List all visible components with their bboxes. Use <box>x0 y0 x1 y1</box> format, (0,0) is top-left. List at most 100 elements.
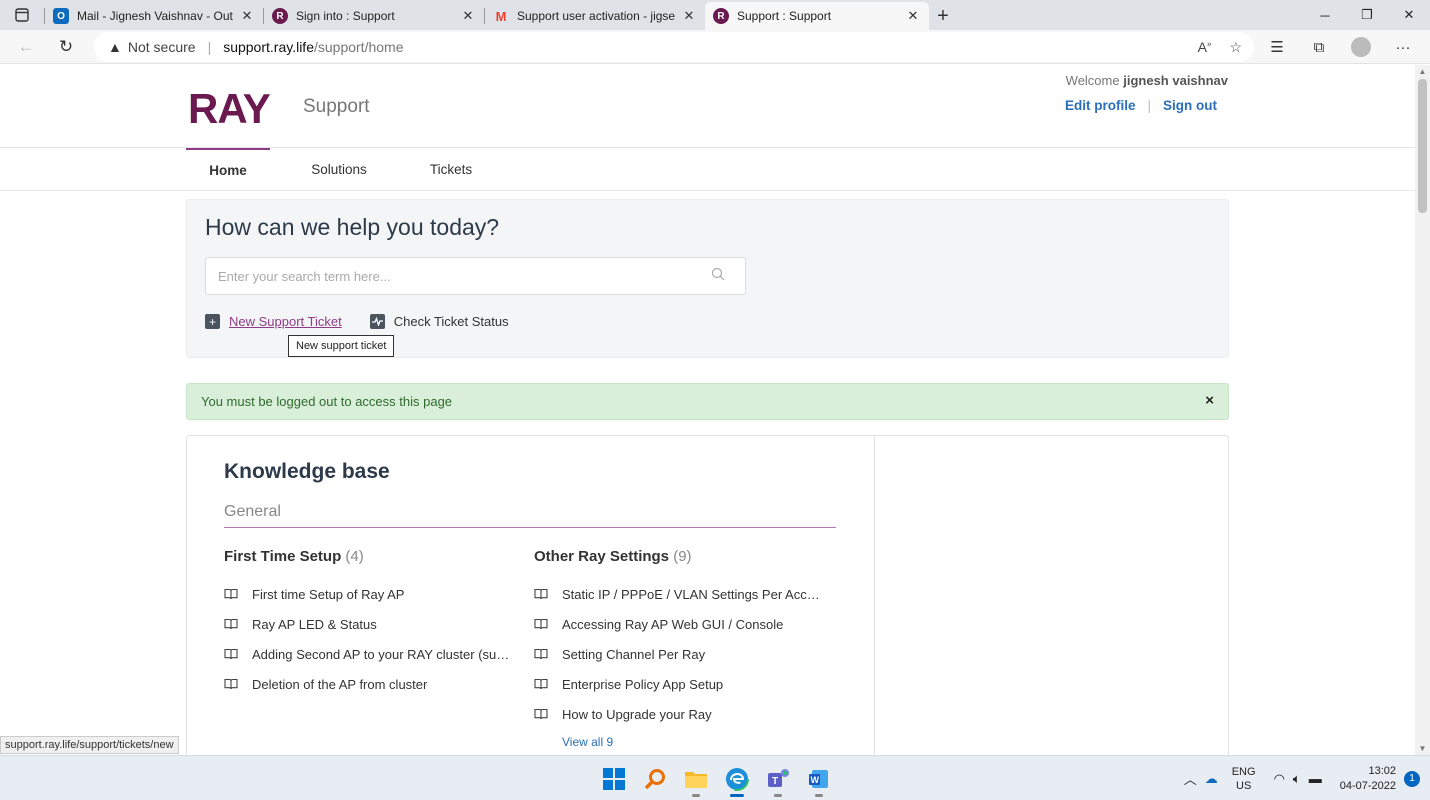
more-options-icon[interactable]: ··· <box>1384 32 1422 62</box>
teams-button[interactable]: T <box>762 763 793 797</box>
site-section-title: Support <box>303 96 370 117</box>
address-bar-actions: A» ☆ <box>1198 32 1242 62</box>
running-indicator <box>774 794 782 797</box>
refresh-button[interactable]: ↻ <box>46 32 86 62</box>
minimize-button[interactable]: ─ <box>1304 0 1346 30</box>
check-ticket-status-link[interactable]: Check Ticket Status <box>394 314 509 329</box>
kb-section-other-ray-settings: Other Ray Settings (9) Static IP / PPPoE… <box>534 548 824 749</box>
article-link[interactable]: Setting Channel Per Ray <box>534 639 824 669</box>
edge-button[interactable] <box>721 763 752 797</box>
logo-text: RAY <box>188 85 271 132</box>
add-favorite-icon[interactable]: ☆ <box>1229 39 1242 56</box>
link-divider: | <box>1147 98 1151 113</box>
svg-text:T: T <box>772 776 778 787</box>
file-explorer-button[interactable] <box>680 763 711 797</box>
battery-icon[interactable]: ▬ <box>1309 771 1322 786</box>
edit-profile-link[interactable]: Edit profile <box>1065 98 1136 113</box>
section-heading[interactable]: Other Ray Settings (9) <box>534 548 824 565</box>
book-icon <box>224 588 238 600</box>
close-alert-icon[interactable]: × <box>1205 392 1214 409</box>
running-indicator <box>730 794 744 797</box>
nav-home[interactable]: Home <box>186 148 270 190</box>
search-taskbar-button[interactable] <box>639 763 670 794</box>
book-icon <box>224 618 238 630</box>
nav-tickets[interactable]: Tickets <box>409 148 493 190</box>
address-bar-row: ← ↻ ▲ Not secure | support.ray.life/supp… <box>0 30 1430 64</box>
pulse-icon <box>369 314 385 329</box>
search-input[interactable] <box>206 258 686 294</box>
close-tab-icon[interactable]: ✕ <box>239 8 255 24</box>
article-link[interactable]: Enterprise Policy App Setup <box>534 669 824 699</box>
wifi-icon[interactable]: ◠ <box>1274 771 1285 787</box>
article-title: Ray AP LED & Status <box>252 616 377 632</box>
url-host: support.ray.life <box>223 39 314 55</box>
system-tray: ︿ ☁ ENG US ◠ 🔈︎ ▬ 13:02 04-07-2022 1 <box>1180 756 1430 800</box>
profile-button[interactable] <box>1342 32 1380 62</box>
language-indicator[interactable]: ENG US <box>1232 765 1256 793</box>
section-heading[interactable]: First Time Setup (4) <box>224 548 514 565</box>
avatar <box>1351 37 1371 57</box>
scroll-up-icon[interactable]: ▲ <box>1415 67 1430 76</box>
window-controls: ─ ❐ ✕ <box>1304 0 1430 30</box>
article-title: How to Upgrade your Ray <box>562 706 712 722</box>
tab-sign-into-support[interactable]: R Sign into : Support ✕ <box>264 2 484 30</box>
new-support-ticket-link[interactable]: New Support Ticket <box>229 314 342 329</box>
article-link[interactable]: First time Setup of Ray AP <box>224 579 514 609</box>
nav-solutions[interactable]: Solutions <box>297 148 381 190</box>
tab-outlook[interactable]: O Mail - Jignesh Vaishnav - Outlook ✕ <box>45 2 263 30</box>
article-link[interactable]: Ray AP LED & Status <box>224 609 514 639</box>
notification-badge[interactable]: 1 <box>1404 770 1420 787</box>
close-tab-icon[interactable]: ✕ <box>905 8 921 24</box>
article-link[interactable]: Static IP / PPPoE / VLAN Settings Per Ac… <box>534 579 824 609</box>
tab-actions-button[interactable] <box>0 0 44 30</box>
arrow-left-icon: ← <box>17 36 35 56</box>
close-tab-icon[interactable]: ✕ <box>681 8 697 24</box>
scroll-down-icon[interactable]: ▼ <box>1415 744 1430 753</box>
kb-title: Knowledge base <box>224 460 390 483</box>
scroll-thumb[interactable] <box>1418 79 1427 213</box>
warning-icon: ▲ <box>108 39 122 55</box>
taskbar-apps: T W <box>598 763 834 797</box>
welcome-prefix: Welcome <box>1065 73 1120 88</box>
volume-icon[interactable]: 🔈︎ <box>1293 771 1301 787</box>
close-tab-icon[interactable]: ✕ <box>460 8 476 24</box>
article-link[interactable]: Accessing Ray AP Web GUI / Console <box>534 609 824 639</box>
word-icon: W <box>808 769 828 788</box>
collections-icon[interactable]: ⧉ <box>1300 32 1338 62</box>
read-aloud-icon[interactable]: A» <box>1198 39 1212 55</box>
ray-favicon-icon: R <box>713 8 729 24</box>
close-window-button[interactable]: ✕ <box>1388 0 1430 30</box>
search-icon[interactable] <box>711 267 725 281</box>
back-button[interactable]: ← <box>6 32 46 62</box>
main-nav: Home Solutions Tickets <box>0 148 1415 191</box>
article-title: Setting Channel Per Ray <box>562 646 706 662</box>
article-link[interactable]: How to Upgrade your Ray <box>534 699 824 729</box>
search-box <box>205 257 746 295</box>
new-tab-button[interactable]: + <box>929 2 957 30</box>
article-link[interactable]: Adding Second AP to your RAY cluster (su… <box>224 639 514 669</box>
address-bar[interactable]: ▲ Not secure | support.ray.life/support/… <box>94 32 1254 62</box>
chevron-up-icon[interactable]: ︿ <box>1184 769 1197 788</box>
sign-out-link[interactable]: Sign out <box>1163 98 1217 113</box>
article-link[interactable]: Deletion of the AP from cluster <box>224 669 514 699</box>
start-button[interactable] <box>598 763 629 794</box>
tab-gmail[interactable]: M Support user activation - jigse99 ✕ <box>485 2 705 30</box>
tooltip: New support ticket <box>288 335 395 357</box>
clock[interactable]: 13:02 04-07-2022 <box>1340 764 1396 794</box>
section-name: First Time Setup <box>224 548 342 565</box>
article-title: Enterprise Policy App Setup <box>562 676 724 692</box>
kb-category[interactable]: General <box>224 503 836 528</box>
tab-actions-icon <box>15 8 29 22</box>
quick-actions: + New Support Ticket Check Ticket Status <box>205 314 509 329</box>
tab-title: Mail - Jignesh Vaishnav - Outlook <box>77 9 233 23</box>
restore-button[interactable]: ❐ <box>1346 0 1388 30</box>
tab-support-active[interactable]: R Support : Support ✕ <box>705 2 929 30</box>
book-icon <box>534 678 548 690</box>
view-all-link[interactable]: View all 9 <box>562 735 824 749</box>
page-scrollbar[interactable]: ▲ ▼ <box>1415 65 1430 755</box>
plus-icon: + <box>937 4 949 27</box>
onedrive-icon[interactable]: ☁ <box>1205 771 1218 787</box>
favorites-icon[interactable]: ☰ <box>1258 32 1296 62</box>
word-button[interactable]: W <box>803 763 834 797</box>
ray-logo[interactable]: RAY <box>188 85 271 133</box>
